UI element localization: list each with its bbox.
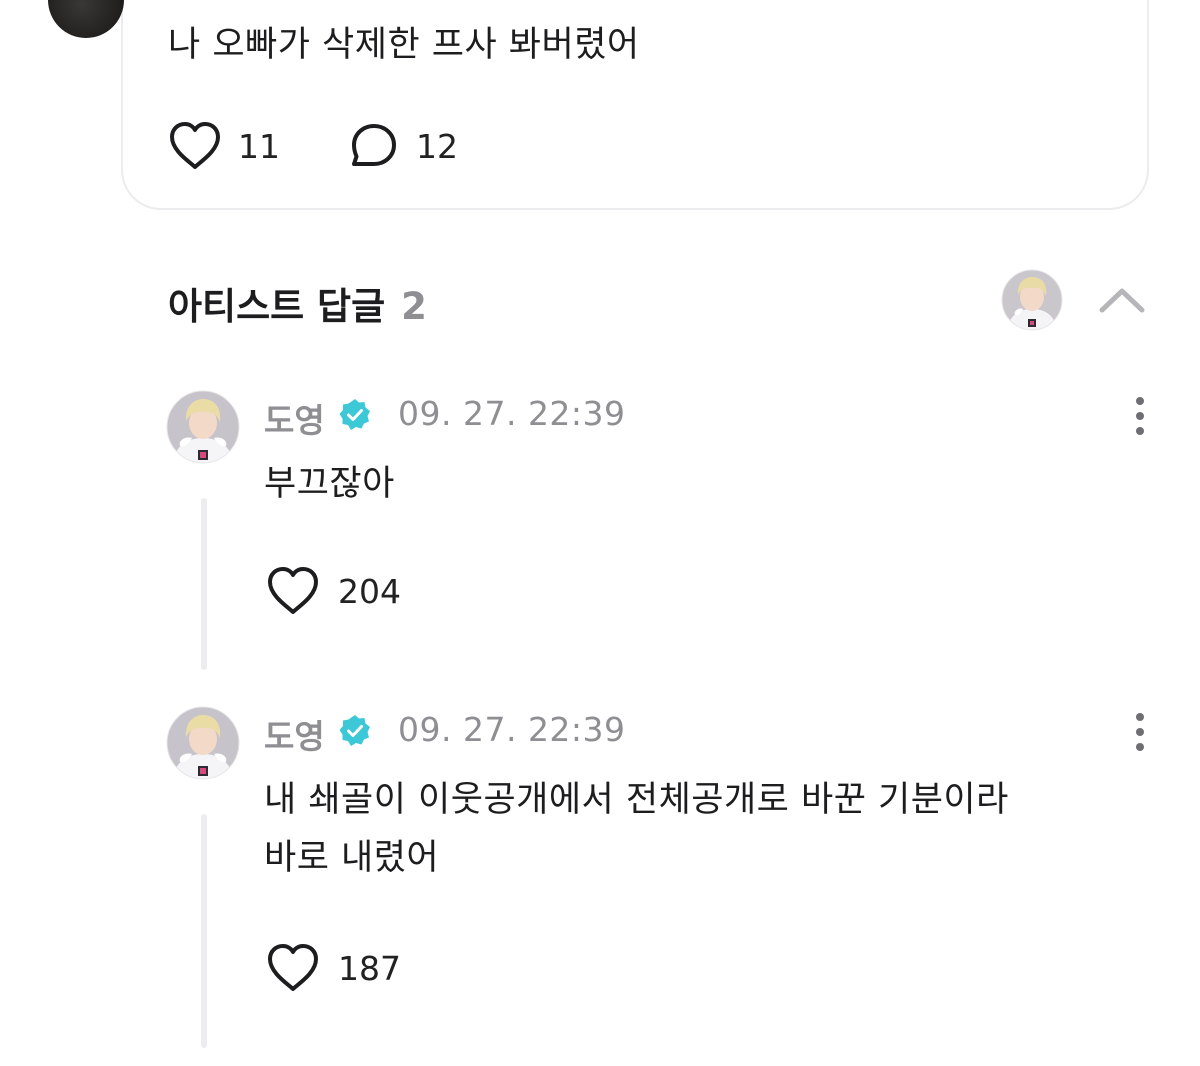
reply-like-button[interactable]: 204	[266, 566, 401, 616]
artist-replies-heading: 아티스트 답글 2	[168, 276, 427, 330]
chevron-up-icon[interactable]	[1096, 280, 1148, 320]
reply-timestamp: 09. 27. 22:39	[398, 710, 626, 749]
reply-timestamp: 09. 27. 22:39	[398, 394, 626, 433]
reply-author-name[interactable]: 도영	[264, 710, 325, 758]
artist-replies-title: 아티스트 답글	[168, 285, 386, 328]
reply-author-name[interactable]: 도영	[264, 394, 325, 442]
post-like-button[interactable]: 11	[168, 121, 280, 171]
reply-text: 내 쇄골이 이웃공개에서 전체공개로 바꾼 기분이라 바로 내렸어	[264, 780, 1009, 878]
post-author-avatar[interactable]	[48, 0, 124, 38]
reply-avatar[interactable]	[166, 390, 240, 464]
post-comment-button[interactable]: 12	[348, 121, 458, 171]
reply-like-count: 187	[338, 948, 401, 988]
heart-icon	[170, 122, 220, 169]
artist-replies-count: 2	[401, 285, 427, 328]
reply-thread-screen: 나 오빠가 삭제한 프사 봐버렸어 11 12 아티스트 답글 2 도영 09.…	[0, 0, 1200, 1066]
more-vertical-icon[interactable]	[1130, 396, 1150, 436]
post-like-count: 11	[238, 126, 280, 166]
reply-text: 부끄잖아	[264, 464, 395, 504]
more-vertical-icon[interactable]	[1130, 712, 1150, 752]
heart-icon	[268, 567, 318, 614]
post-comment-count: 12	[416, 126, 458, 166]
artist-avatar[interactable]	[1001, 269, 1063, 331]
verified-badge-icon	[339, 715, 370, 746]
verified-badge-icon	[339, 399, 370, 430]
post-text: 나 오빠가 삭제한 프사 봐버렸어	[168, 25, 640, 65]
thread-line	[201, 814, 207, 1048]
thread-line	[201, 498, 207, 670]
heart-icon	[268, 944, 318, 991]
reply-avatar[interactable]	[166, 706, 240, 780]
reply-like-count: 204	[338, 571, 401, 611]
reply-like-button[interactable]: 187	[266, 943, 401, 993]
comment-bubble-icon	[352, 124, 396, 166]
